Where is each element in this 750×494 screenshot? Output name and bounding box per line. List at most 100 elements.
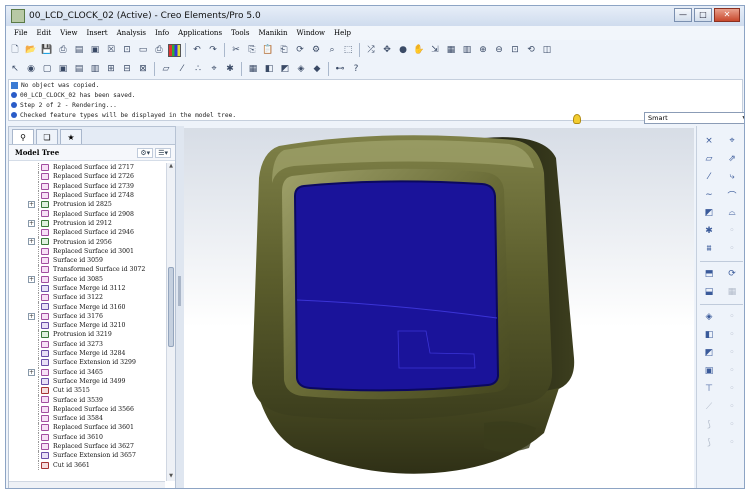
tree-item[interactable]: Surface id 3273 xyxy=(9,339,165,349)
appearance-icon[interactable]: ◆ xyxy=(310,62,324,76)
scroll-down-icon[interactable]: ▼ xyxy=(167,473,175,481)
regen-manager-icon[interactable]: ⚙ xyxy=(309,43,323,57)
open-icon[interactable]: 📂 xyxy=(24,43,38,57)
repaint-icon[interactable]: ◫ xyxy=(540,43,554,57)
sketch-icon[interactable]: ◩ xyxy=(700,206,718,220)
shaded-icon[interactable]: ◉ xyxy=(24,62,38,76)
tree-item[interactable]: Surface id 3059 xyxy=(9,255,165,266)
model-tree-hscrollbar[interactable] xyxy=(9,481,165,488)
maximize-button[interactable]: □ xyxy=(694,8,712,22)
tree-item[interactable]: + Protrusion id 2825 xyxy=(9,200,165,210)
tree-item[interactable]: Replaced Surface id 3001 xyxy=(9,246,165,256)
tree-item[interactable]: Replaced Surface id 3627 xyxy=(9,441,165,452)
orient-mode-icon[interactable]: ⟲ xyxy=(524,43,538,57)
tree-item[interactable]: Replaced Surface id 2946 xyxy=(9,228,165,238)
panel-splitter[interactable] xyxy=(176,126,184,488)
window-icon[interactable]: ▣ xyxy=(88,43,102,57)
tree-item[interactable]: Surface Merge id 3284 xyxy=(9,348,165,359)
render-icon[interactable]: ◈ xyxy=(294,62,308,76)
wireframe-icon[interactable]: ▤ xyxy=(72,62,86,76)
scrollbar-thumb[interactable] xyxy=(168,267,174,347)
menu-info[interactable]: Info xyxy=(151,29,174,37)
tree-item[interactable]: Replaced Surface id 2748 xyxy=(9,190,165,201)
tree-item[interactable]: Surface Merge id 3210 xyxy=(9,321,165,331)
perspective-icon[interactable]: ◩ xyxy=(278,62,292,76)
refit-icon[interactable]: ⊡ xyxy=(508,43,522,57)
minimize-button[interactable]: — xyxy=(674,8,692,22)
print-icon[interactable]: ⎙ xyxy=(56,43,70,57)
box-icon[interactable]: ⊞ xyxy=(104,62,118,76)
tree-settings-button[interactable]: ⚙▾ xyxy=(137,147,154,158)
point-cloud-icon[interactable]: ✱ xyxy=(700,224,718,238)
expand-icon[interactable]: + xyxy=(28,201,35,209)
copy-icon[interactable]: ⎘ xyxy=(245,43,259,57)
menu-manikin[interactable]: Manikin xyxy=(254,29,292,37)
chamfer-icon[interactable]: ◩ xyxy=(700,346,718,360)
menu-analysis[interactable]: Analysis xyxy=(113,29,151,37)
tree-item[interactable]: Replaced Surface id 3566 xyxy=(9,404,165,415)
flip-icon[interactable]: ⤮ xyxy=(364,43,378,57)
tree-item[interactable]: Transformed Surface id 3072 xyxy=(9,265,165,275)
tree-item[interactable]: Replaced Surface id 2726 xyxy=(9,172,165,182)
solid-icon[interactable]: ⊟ xyxy=(120,62,134,76)
erase-icon[interactable]: ⊡ xyxy=(120,43,134,57)
tree-item[interactable]: Replaced Surface id 2717 xyxy=(9,163,165,173)
datum-planes-icon[interactable]: ▱ xyxy=(159,62,173,76)
undo-icon[interactable]: ↶ xyxy=(190,43,204,57)
edges-icon[interactable]: ▥ xyxy=(88,62,102,76)
tree-item[interactable]: Cut id 3661 xyxy=(9,460,165,470)
visibility-icon[interactable]: ◧ xyxy=(262,62,276,76)
redo-icon[interactable]: ↷ xyxy=(206,43,220,57)
saved-views-icon[interactable]: ▦ xyxy=(444,43,458,57)
tab-favorites[interactable]: ★ xyxy=(60,129,82,144)
menu-window[interactable]: Window xyxy=(293,29,331,37)
selection-filter-dropdown[interactable]: Smart ▼ xyxy=(644,112,744,124)
model-tree-scrollbar[interactable]: ▲ ▼ xyxy=(166,163,175,481)
tab-model-tree[interactable]: ⚲ xyxy=(12,129,34,144)
sketch-curve-icon[interactable]: ∼ xyxy=(700,188,718,202)
datum-plane-icon[interactable]: ▱ xyxy=(700,152,718,166)
tree-item[interactable]: Surface id 3539 xyxy=(9,395,165,405)
tree-item[interactable]: Surface id 3584 xyxy=(9,414,165,424)
new-icon[interactable]: 🗋 xyxy=(8,43,22,57)
sweep-icon[interactable]: ⬓ xyxy=(700,285,718,299)
menu-applications[interactable]: Applications xyxy=(174,29,227,37)
expand-icon[interactable]: + xyxy=(28,275,35,283)
extrude-icon[interactable]: ⬒ xyxy=(700,267,718,281)
tree-item[interactable]: Surface Merge id 3499 xyxy=(9,376,165,387)
view-icon[interactable]: ⊠ xyxy=(136,62,150,76)
expand-icon[interactable]: + xyxy=(28,238,35,246)
tree-item[interactable]: + Surface id 3465 xyxy=(9,367,165,377)
model-display-icon[interactable]: ▦ xyxy=(246,62,260,76)
revolve-icon[interactable]: ⟳ xyxy=(723,267,741,281)
annotation-icon[interactable]: ✱ xyxy=(223,62,237,76)
tree-item[interactable]: Surface id 3610 xyxy=(9,432,165,442)
round-icon[interactable]: ◧ xyxy=(700,328,718,342)
zoom-in-icon[interactable]: ⊕ xyxy=(476,43,490,57)
regenerate-icon[interactable]: ⟳ xyxy=(293,43,307,57)
menu-tools[interactable]: Tools xyxy=(227,29,254,37)
orient-icon[interactable]: ⇲ xyxy=(428,43,442,57)
zoom-out-icon[interactable]: ⊖ xyxy=(492,43,506,57)
scroll-up-icon[interactable]: ▲ xyxy=(167,163,175,171)
hole-icon[interactable]: ◈ xyxy=(700,310,718,324)
expand-icon[interactable]: + xyxy=(28,219,35,227)
save-copy-icon[interactable]: ▤ xyxy=(72,43,86,57)
save-icon[interactable]: 💾 xyxy=(40,43,54,57)
tree-item[interactable]: Protrusion id 3219 xyxy=(9,330,165,340)
datum-curve-icon[interactable]: ⤷ xyxy=(723,170,741,184)
menu-view[interactable]: View xyxy=(56,29,82,37)
datum-offset-icon[interactable]: ⇗ xyxy=(723,152,741,166)
datum-csys-icon[interactable]: ⌖ xyxy=(723,134,741,148)
tree-item[interactable]: Surface Extension id 3657 xyxy=(9,451,165,461)
tab-folder-browser[interactable]: ❏ xyxy=(36,129,58,144)
tree-item[interactable]: Replaced Surface id 2739 xyxy=(9,181,165,191)
rib-icon[interactable]: ⊤ xyxy=(700,382,718,396)
tree-item[interactable]: Surface id 3122 xyxy=(9,293,165,303)
tree-item[interactable]: Surface Extension id 3299 xyxy=(9,358,165,368)
expand-icon[interactable]: + xyxy=(28,368,35,376)
menu-file[interactable]: File xyxy=(10,29,32,37)
printer-icon[interactable]: ⎙ xyxy=(152,43,166,57)
tree-item[interactable]: + Surface id 3085 xyxy=(9,274,165,284)
splitter-grip[interactable] xyxy=(178,276,181,306)
